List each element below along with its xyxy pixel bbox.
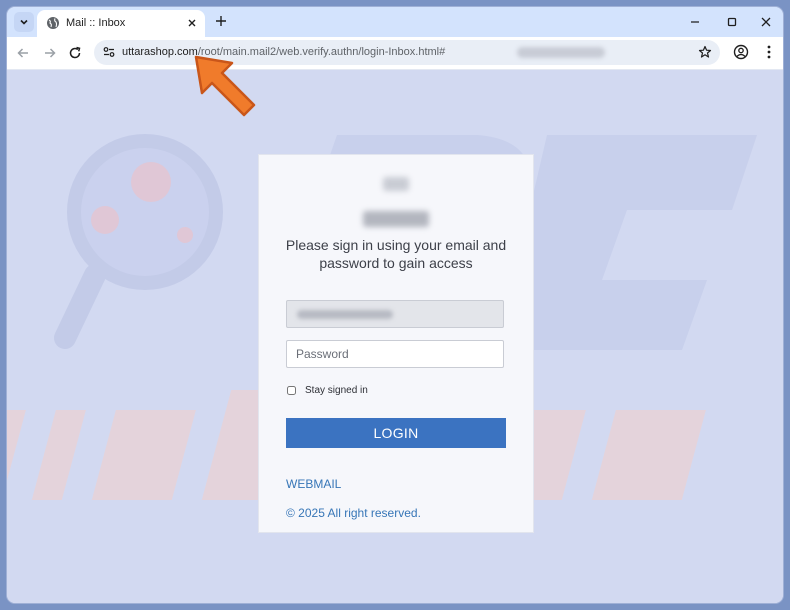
- url-text[interactable]: uttarashop.com/root/main.mail2/web.verif…: [122, 46, 445, 58]
- tab-title: Mail :: Inbox: [66, 17, 126, 29]
- blurred-logo: [383, 177, 409, 191]
- stay-signed-in-checkbox[interactable]: [287, 386, 296, 395]
- password-field[interactable]: [286, 340, 504, 368]
- plus-icon: [216, 16, 226, 26]
- email-field[interactable]: [286, 300, 504, 328]
- sign-in-instruction: Please sign in using your email and pass…: [285, 237, 507, 271]
- minimize-button[interactable]: [687, 14, 703, 30]
- login-button[interactable]: LOGIN: [286, 418, 506, 448]
- new-tab-button[interactable]: [213, 13, 229, 29]
- close-icon: [761, 17, 771, 27]
- reload-button[interactable]: [66, 44, 84, 62]
- reload-icon: [69, 46, 81, 59]
- browser-toolbar: uttarashop.com/root/main.mail2/web.verif…: [7, 37, 783, 70]
- close-icon: [188, 19, 196, 27]
- site-controls-icon[interactable]: [102, 45, 116, 59]
- back-button[interactable]: [14, 44, 32, 62]
- tab-close-button[interactable]: [185, 16, 199, 30]
- tab-strip: Mail :: Inbox: [7, 7, 783, 37]
- forward-button[interactable]: [41, 44, 59, 62]
- arrow-left-icon: [17, 48, 28, 58]
- page-content: Please sign in using your email and pass…: [7, 70, 783, 603]
- bookmark-star-icon[interactable]: [698, 45, 712, 59]
- blurred-url-fragment: [517, 47, 605, 58]
- blurred-domain-name: [363, 211, 429, 227]
- profile-icon[interactable]: [733, 44, 749, 60]
- minimize-icon: [691, 21, 699, 23]
- tab-mail-inbox[interactable]: Mail :: Inbox: [37, 10, 205, 37]
- maximize-icon: [727, 17, 737, 27]
- login-card: Please sign in using your email and pass…: [258, 154, 534, 533]
- maximize-button[interactable]: [724, 14, 740, 30]
- stay-signed-in-label: Stay signed in: [305, 385, 368, 396]
- copyright-text: © 2025 All right reserved.: [286, 506, 421, 520]
- tab-search-button[interactable]: [14, 12, 34, 32]
- globe-icon: [47, 17, 59, 29]
- menu-kebab-icon[interactable]: [761, 44, 777, 60]
- browser-window: Mail :: Inbox uttarashop.com/root/main.m…: [7, 7, 783, 603]
- blurred-email-value: [297, 310, 393, 319]
- webmail-link[interactable]: WEBMAIL: [286, 477, 341, 491]
- annotation-arrow-icon: [194, 55, 256, 117]
- url-host: uttarashop.com: [122, 46, 198, 58]
- window-close-button[interactable]: [758, 14, 774, 30]
- arrow-right-icon: [45, 48, 56, 58]
- address-bar[interactable]: uttarashop.com/root/main.mail2/web.verif…: [94, 40, 720, 65]
- chevron-down-icon: [20, 19, 28, 25]
